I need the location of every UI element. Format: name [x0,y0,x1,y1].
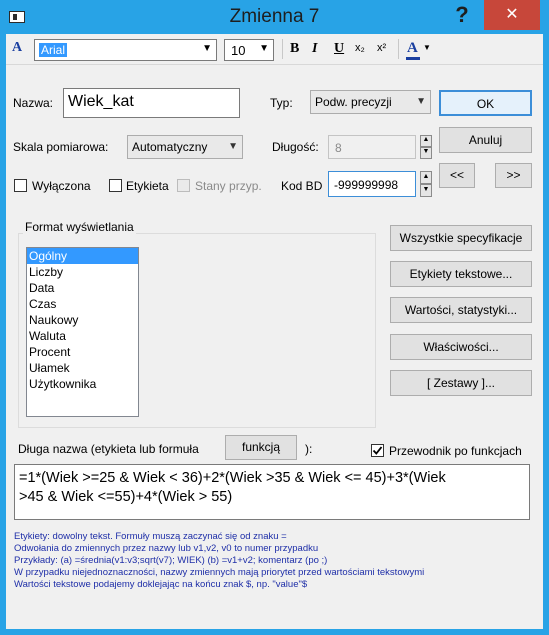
font-size-combo[interactable]: 10 ▼ [224,39,274,61]
type-combo[interactable]: Podw. precyzji ▼ [310,90,431,114]
toolbar-separator [398,39,399,59]
long-name-label: Długa nazwa (etykieta lub formuła [18,442,199,456]
sets-button[interactable]: [ Zestawy ]... [390,370,532,396]
chevron-down-icon: ▼ [423,43,431,52]
chevron-down-icon: ▼ [416,96,426,107]
scale-value: Automatyczny [132,140,208,154]
subscript-button[interactable]: x₂ [355,42,365,54]
bold-button[interactable]: B [290,41,299,57]
length-value: 8 [335,141,342,155]
dialog-body: A Arial ▼ 10 ▼ B I U x₂ x² A ▼ Nazwa: Wi… [6,34,543,629]
name-label: Nazwa: [13,96,54,110]
formula-line-2: >45 & Wiek <=55)+4*(Wiek > 55) [19,489,233,505]
all-specs-button[interactable]: Wszystkie specyfikacje [390,225,532,251]
formula-line-1: =1*(Wiek >=25 & Wiek < 36)+2*(Wiek >35 &… [19,470,446,486]
italic-button[interactable]: I [312,41,317,57]
list-item[interactable]: Ułamek [27,360,138,376]
length-down-button[interactable]: ▼ [420,147,432,159]
checkmark-icon [372,446,383,455]
type-value: Podw. precyzji [315,95,392,109]
toolbar-separator [282,39,283,59]
list-item[interactable]: Czas [27,296,138,312]
properties-button[interactable]: Właściwości... [390,334,532,360]
display-format-title: Format wyświetlania [23,220,136,234]
md-code-value: -999999998 [334,178,399,192]
font-name-value: Arial [39,43,68,57]
label-checkbox-label: Etykieta [126,179,169,193]
underline-button[interactable]: U [334,41,344,57]
states-label: Stany przyp. [195,179,262,193]
chevron-down-icon: ▼ [228,141,238,152]
ok-button[interactable]: OK [439,90,532,116]
format-toolbar: A Arial ▼ 10 ▼ B I U x₂ x² A ▼ [6,34,543,65]
list-item[interactable]: Liczby [27,264,138,280]
font-size-value: 10 [231,43,246,58]
font-name-combo[interactable]: Arial ▼ [34,39,217,61]
excluded-checkbox[interactable] [14,179,27,192]
length-input[interactable]: 8 [328,135,416,159]
font-icon: A [12,40,23,55]
md-code-input[interactable]: -999999998 [328,171,416,197]
title-bar[interactable]: Zmienna 7 ? ✕ [0,0,549,34]
wizard-checkbox[interactable] [371,444,384,457]
list-item[interactable]: Naukowy [27,312,138,328]
length-up-button[interactable]: ▲ [420,135,432,147]
values-stats-button[interactable]: Wartości, statystyki... [390,297,532,323]
list-item[interactable]: Procent [27,344,138,360]
list-item[interactable]: Ogólny [27,248,138,264]
help-line: Wartości tekstowe podajemy doklejając na… [14,579,308,590]
help-line: Etykiety: dowolny tekst. Formuły muszą z… [14,531,287,542]
md-code-label: Kod BD [281,179,323,193]
text-labels-button[interactable]: Etykiety tekstowe... [390,261,532,287]
name-value: Wiek_kat [68,93,134,110]
type-label: Typ: [270,96,293,110]
chevron-down-icon: ▼ [259,43,269,54]
scale-label: Skala pomiarowa: [13,140,109,154]
long-name-suffix: ): [305,442,313,456]
display-format-list[interactable]: Ogólny Liczby Data Czas Naukowy Waluta P… [26,247,139,417]
md-code-up-button[interactable]: ▲ [420,171,432,184]
states-checkbox[interactable] [177,179,190,192]
color-swatch [406,57,420,60]
help-line: W przypadku niejednoznaczności, nazwy zm… [14,567,425,578]
list-item[interactable]: Waluta [27,328,138,344]
length-label: Długość: [272,140,319,154]
cancel-button[interactable]: Anuluj [439,127,532,153]
list-item[interactable]: Użytkownika [27,376,138,392]
scale-combo[interactable]: Automatyczny ▼ [127,135,243,159]
excluded-label: Wyłączona [32,179,91,193]
label-checkbox[interactable] [109,179,122,192]
formula-input[interactable]: =1*(Wiek >=25 & Wiek < 36)+2*(Wiek >35 &… [14,464,530,520]
prev-button[interactable]: << [439,163,475,188]
help-line: Odwołania do zmiennych przez nazwy lub v… [14,543,319,554]
font-color-button[interactable]: A ▼ [405,39,433,61]
next-button[interactable]: >> [495,163,532,188]
chevron-down-icon: ▼ [202,43,212,54]
font-color-icon: A [407,40,418,56]
help-line: Przykłady: (a) =średnia(v1:v3;sqrt(v7); … [14,555,328,566]
md-code-down-button[interactable]: ▼ [420,184,432,197]
superscript-button[interactable]: x² [377,42,386,54]
dialog-window: Zmienna 7 ? ✕ A Arial ▼ 10 ▼ B I U x₂ x²… [0,0,549,635]
close-button[interactable]: ✕ [484,0,540,30]
list-item[interactable]: Data [27,280,138,296]
help-button[interactable]: ? [440,2,484,28]
name-input[interactable]: Wiek_kat [63,88,240,118]
wizard-label: Przewodnik po funkcjach [389,444,522,458]
function-button[interactable]: funkcją [225,435,297,460]
help-text: Etykiety: dowolny tekst. Formuły muszą z… [14,531,539,591]
